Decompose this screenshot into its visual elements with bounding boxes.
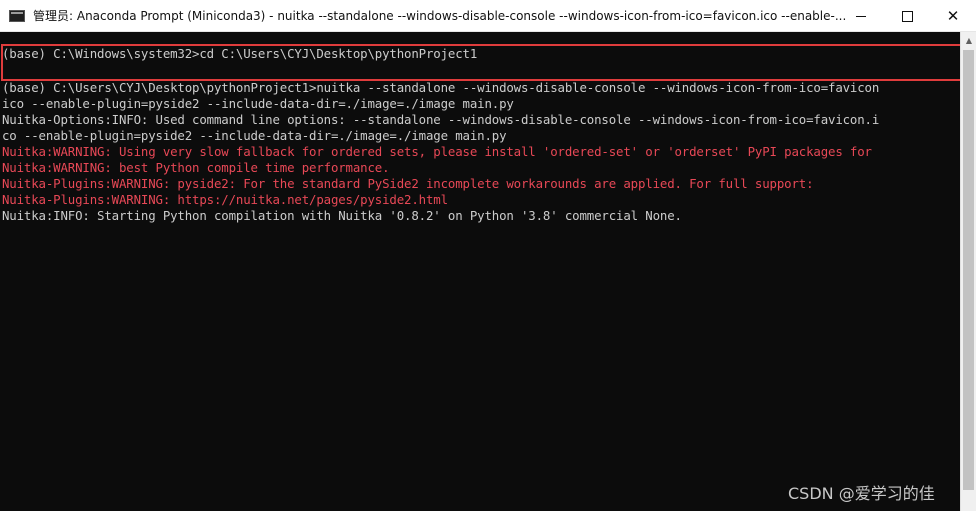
maximize-button[interactable] — [884, 0, 930, 32]
watermark: CSDN @爱学习的佳 — [788, 484, 935, 503]
scrollbar-thumb[interactable] — [963, 50, 974, 490]
close-icon: ✕ — [946, 6, 960, 25]
warning-line: Nuitka:WARNING: best Python compile time… — [2, 160, 390, 175]
title-bar[interactable]: 管理员: Anaconda Prompt (Miniconda3) - nuit… — [0, 0, 976, 32]
command-highlight-box — [1, 44, 966, 81]
maximize-icon — [901, 10, 913, 22]
console-line: Nuitka-Options:INFO: Used command line o… — [2, 112, 880, 127]
vertical-scrollbar[interactable]: ▲ — [960, 32, 976, 511]
minimize-button[interactable] — [838, 0, 884, 32]
warning-line: Nuitka-Plugins:WARNING: pyside2: For the… — [2, 176, 814, 191]
console-line: ico --enable-plugin=pyside2 --include-da… — [2, 96, 514, 111]
close-button[interactable]: ✕ — [930, 0, 976, 32]
scroll-up-arrow-icon[interactable]: ▲ — [961, 32, 976, 49]
console-app-icon[interactable] — [9, 9, 25, 22]
warning-line: Nuitka:WARNING: Using very slow fallback… — [2, 144, 872, 159]
console-line: (base) C:\Users\CYJ\Desktop\pythonProjec… — [2, 80, 880, 95]
minimize-icon — [856, 15, 866, 17]
console-line: co --enable-plugin=pyside2 --include-dat… — [2, 128, 507, 143]
warning-line: Nuitka-Plugins:WARNING: https://nuitka.n… — [2, 192, 448, 207]
console-output[interactable]: (base) C:\Windows\system32>cd C:\Users\C… — [0, 32, 960, 511]
window-title: 管理员: Anaconda Prompt (Miniconda3) - nuit… — [33, 9, 847, 23]
console-line: Nuitka:INFO: Starting Python compilation… — [2, 208, 682, 223]
